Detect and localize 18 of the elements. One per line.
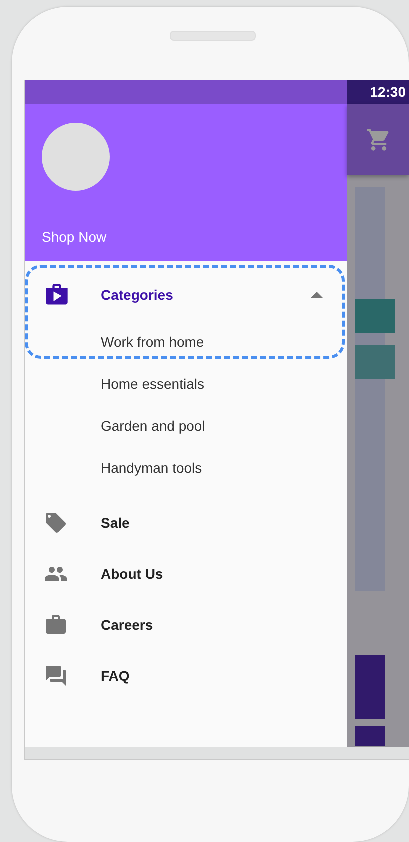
briefcase-icon	[44, 612, 68, 636]
menu-item[interactable]: FAQ	[25, 650, 347, 701]
caret-icon	[311, 292, 323, 298]
submenu-item[interactable]: Garden and pool	[25, 405, 347, 447]
submenu-item[interactable]: Work from home	[25, 321, 347, 363]
submenu-item[interactable]: Handyman tools	[25, 447, 347, 489]
menu-item[interactable]: About Us	[25, 548, 347, 599]
card-band	[355, 345, 395, 379]
shopping-bag-icon	[44, 282, 70, 308]
status-time: 12:30	[370, 84, 406, 100]
menu-item[interactable]: Sale	[25, 497, 347, 548]
chat-icon	[44, 664, 68, 688]
menu-item[interactable]: Categories	[25, 269, 347, 321]
menu-item[interactable]: Careers	[25, 599, 347, 650]
card-band	[355, 299, 395, 333]
tag-icon	[44, 510, 68, 534]
submenu-item[interactable]: Home essentials	[25, 363, 347, 405]
header-label: Shop Now	[42, 229, 108, 245]
